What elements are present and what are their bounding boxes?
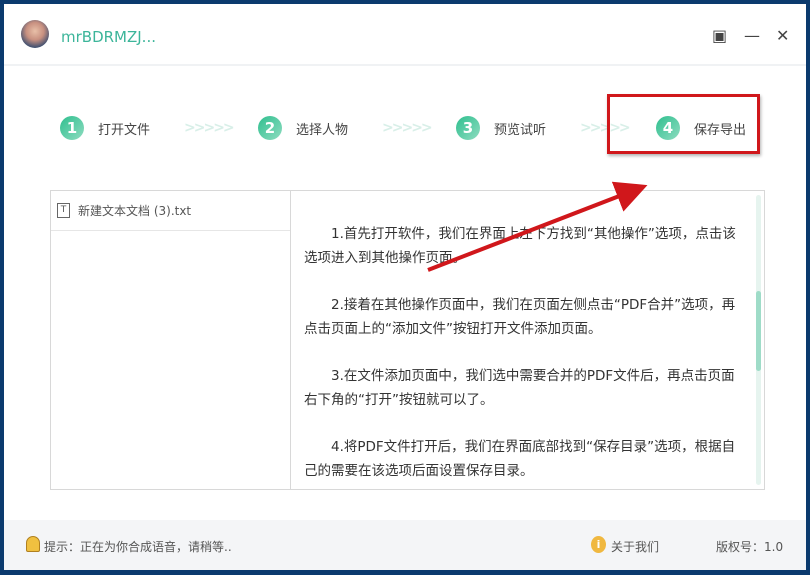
step-select-character[interactable]: 2 选择人物 [258,116,348,140]
step-number: 3 [456,116,480,140]
app-window: mrBDRMZJ... ▣ — ✕ 1 打开文件 >>>>> 2 选择人物 >>>>… [4,4,806,570]
username[interactable]: mrBDRMZJ... [61,28,156,46]
minimize-button[interactable]: — [744,26,760,45]
title-bar: mrBDRMZJ... ▣ — ✕ [4,4,806,66]
file-list: T 新建文本文档 (3).txt [51,191,291,489]
version-text: 版权号：1.0 [716,540,784,554]
step-number: 1 [60,116,84,140]
highlight-box [607,94,760,154]
hint-text: 提示：正在为你合成语音，请稍等.. [44,540,232,554]
close-button[interactable]: ✕ [776,26,789,45]
step-label: 打开文件 [98,122,151,138]
about-us-link[interactable]: 关于我们 [611,538,659,555]
layout-icon[interactable]: ▣ [712,26,727,45]
bell-icon [26,536,40,552]
step-separator: >>>>> [382,120,433,136]
status-bar: 提示：正在为你合成语音，请稍等.. i 关于我们 版权号：1.0 [4,520,806,570]
paragraph: 2.接着在其他操作页面中，我们在页面左侧点击“PDF合并”选项，再点击页面上的“… [304,297,736,337]
step-open-file[interactable]: 1 打开文件 [60,116,150,140]
paragraph: 1.首先打开软件，我们在界面上左下方找到“其他操作”选项，点击该选项进入到其他操… [304,226,736,266]
main-panel: T 新建文本文档 (3).txt 1.首先打开软件，我们在界面上左下方找到“其他… [50,190,765,490]
paragraph: 3.在文件添加页面中，我们选中需要合并的PDF文件后，再点击页面右下角的“打开”… [304,368,735,408]
scrollbar-thumb[interactable] [756,291,761,371]
file-name: 新建文本文档 (3).txt [78,204,192,218]
paragraph: 4.将PDF文件打开后，我们在界面底部找到“保存目录”选项，根据自己的需要在该选… [304,439,736,479]
step-label: 选择人物 [296,122,349,138]
file-item[interactable]: T 新建文本文档 (3).txt [51,191,290,231]
step-label: 预览试听 [494,122,547,138]
step-separator: >>>>> [184,120,235,136]
step-preview[interactable]: 3 预览试听 [456,116,546,140]
step-number: 2 [258,116,282,140]
user-avatar[interactable] [21,20,49,48]
info-icon: i [591,536,606,553]
text-file-icon: T [57,203,70,218]
text-content[interactable]: 1.首先打开软件，我们在界面上左下方找到“其他操作”选项，点击该选项进入到其他操… [292,191,764,489]
